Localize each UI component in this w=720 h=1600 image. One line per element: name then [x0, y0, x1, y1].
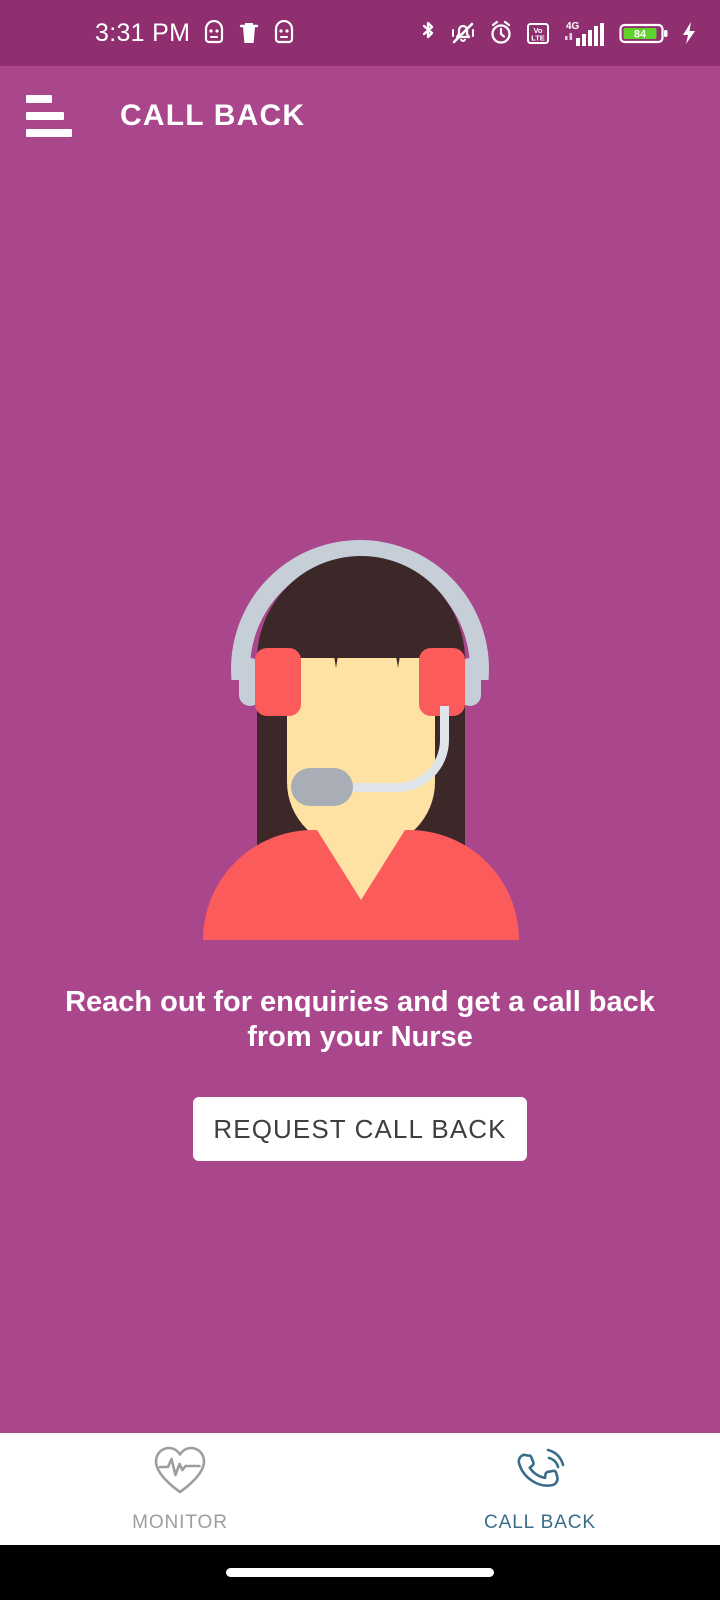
home-indicator[interactable] [226, 1568, 494, 1577]
status-bar-left: 3:31 PM [0, 20, 296, 46]
request-call-back-button[interactable]: REQUEST CALL BACK [193, 1097, 527, 1161]
status-bar-right: Vo LTE 4G 84 [418, 18, 698, 48]
phone-screen: 3:31 PM Vo LTE 4G 84 CALL BACK Reach out… [0, 0, 720, 1600]
bottom-navigation-bar: MONITOR CALL BACK [0, 1433, 720, 1545]
android-notification-icon [202, 20, 226, 46]
phone-ring-icon [511, 1444, 569, 1503]
hamburger-line [26, 112, 64, 120]
battery-icon: 84 [619, 19, 669, 47]
signal-bars-icon: 4G [562, 18, 608, 48]
avatar [195, 520, 525, 940]
ear-cup-left [255, 648, 301, 716]
hair-side-left [257, 770, 291, 838]
shirt [203, 830, 519, 940]
volte-icon: Vo LTE [525, 19, 551, 47]
bang-left [329, 624, 343, 668]
bang-right [391, 624, 405, 668]
alarm-clock-icon [488, 19, 514, 47]
nav-item-monitor[interactable]: MONITOR [0, 1433, 360, 1545]
status-bar: 3:31 PM Vo LTE 4G 84 [0, 0, 720, 66]
app-bar: CALL BACK [0, 66, 720, 166]
v-neck [317, 830, 405, 900]
battery-percent-text: 84 [634, 29, 647, 41]
bluetooth-icon [418, 19, 438, 47]
hamburger-line [26, 95, 52, 103]
trash-icon [238, 20, 260, 46]
hamburger-line [26, 129, 72, 137]
system-gesture-bar [0, 1545, 720, 1600]
nav-label-call-back: CALL BACK [484, 1512, 596, 1533]
nav-label-monitor: MONITOR [132, 1512, 228, 1533]
tagline-text: Reach out for enquiries and get a call b… [65, 986, 655, 1054]
android-notification-icon [272, 20, 296, 46]
hamburger-menu-icon[interactable] [26, 95, 72, 137]
nav-item-call-back[interactable]: CALL BACK [360, 1433, 720, 1545]
vibrate-mute-icon [449, 19, 477, 47]
mic-tip [291, 768, 353, 806]
heart-pulse-icon [151, 1444, 209, 1503]
page-title: CALL BACK [120, 99, 306, 132]
charging-bolt-icon [680, 19, 698, 47]
svg-text:LTE: LTE [531, 34, 545, 43]
svg-text:4G: 4G [566, 21, 580, 32]
status-bar-clock: 3:31 PM [95, 18, 191, 47]
call-center-nurse-illustration [0, 520, 720, 940]
